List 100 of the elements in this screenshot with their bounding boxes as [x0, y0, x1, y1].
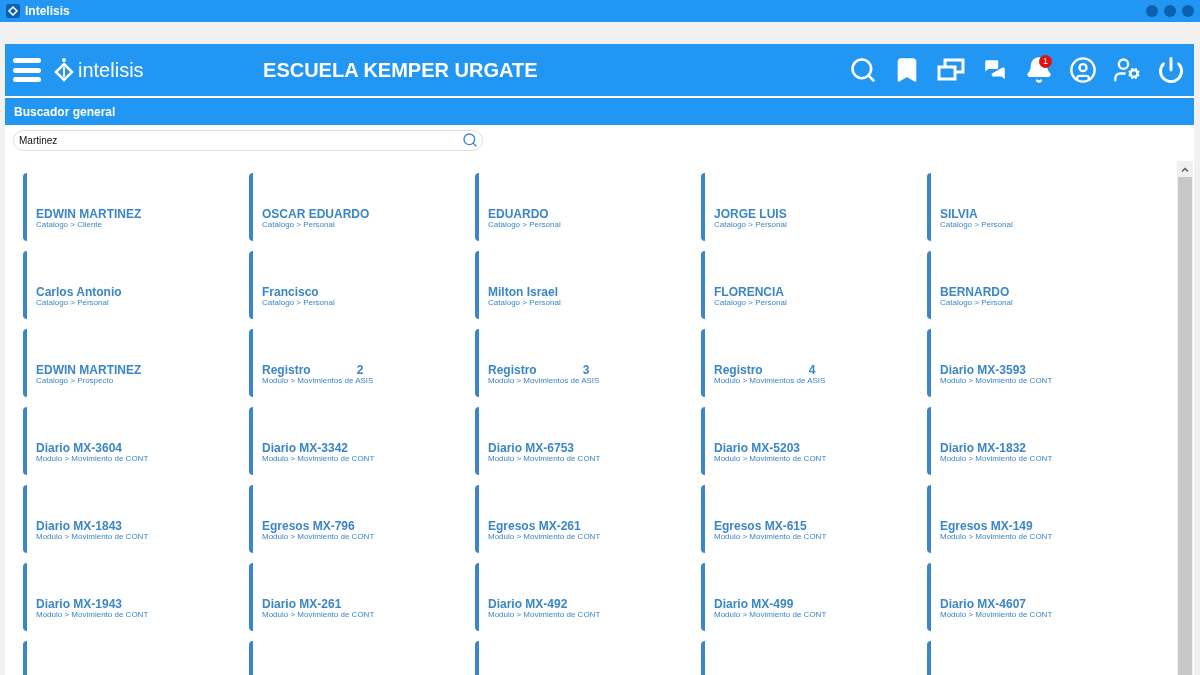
result-card[interactable]: Diario MX-5203 Modulo > Movimiento de CONT [701, 407, 911, 475]
result-path: Catalogo > Personal [488, 220, 562, 229]
result-title: FLORENCIA [714, 286, 784, 298]
result-title: Egresos MX-149 [940, 520, 1033, 532]
result-card[interactable]: Diario MX-261 Modulo > Movimiento de CONT [249, 563, 459, 631]
result-title: Egresos MX-796 [262, 520, 355, 532]
result-card[interactable]: Diario MX-492 Modulo > Movimiento de CONT [475, 563, 685, 631]
result-card[interactable]: Diario MX-1943 Modulo > Movimiento de CONT [23, 563, 233, 631]
logo-icon [53, 57, 75, 83]
result-path: Modulo > Movimiento de CONT [488, 610, 602, 619]
result-title: EDWIN MARTINEZ [36, 208, 142, 220]
result-path: Modulo > Movimiento de CONT [262, 610, 376, 619]
result-path: Modulo > Movimiento de CONT [940, 532, 1054, 541]
search-icon [462, 132, 478, 148]
result-title: Registro [488, 364, 537, 376]
app-icon [6, 4, 20, 18]
result-path: Catalogo > Personal [262, 220, 336, 229]
result-path: Modulo > Movimiento de CONT [488, 454, 602, 463]
result-card[interactable]: Diario MX-6753 Modulo > Movimiento de CONT [475, 407, 685, 475]
result-path: Modulo > Movimiento de CONT [488, 532, 602, 541]
result-title: Diario MX-261 [262, 598, 342, 610]
result-card[interactable]: Diario MX-3604 Modulo > Movimiento de CONT [23, 407, 233, 475]
result-card[interactable]: Diario MX-1832 Modulo > Movimiento de CONT [927, 407, 1137, 475]
result-path: Catalogo > Personal [714, 298, 788, 307]
result-path: Modulo > Movimiento de CONT [714, 610, 828, 619]
result-path: Modulo > Movimiento de CONT [36, 610, 150, 619]
window-control[interactable] [1146, 5, 1158, 17]
result-number: 2 [356, 364, 364, 376]
result-title: Francisco [262, 286, 319, 298]
result-path: Catalogo > Cliente [36, 220, 104, 229]
result-title: Diario MX-3593 [940, 364, 1027, 376]
result-title: Diario MX-1832 [940, 442, 1027, 454]
result-card[interactable]: OSCAR EDUARDO Catalogo > Personal [249, 173, 459, 241]
scrollbar[interactable] [1177, 161, 1193, 675]
result-title: Diario MX-499 [714, 598, 794, 610]
result-card[interactable]: Diario MX-1843 Modulo > Movimiento de CONT [23, 485, 233, 553]
result-card[interactable]: Diario MX-499 Modulo > Movimiento de CONT [701, 563, 911, 631]
result-card[interactable]: Registro 4 Modulo > Movimientos de ASIS [701, 329, 911, 397]
result-card[interactable]: Registro 3 Modulo > Movimientos de ASIS [475, 329, 685, 397]
result-card[interactable]: Diario MX-3342 Modulo > Movimiento de CONT [249, 407, 459, 475]
result-card[interactable]: Egresos MX-149 Modulo > Movimiento de CONT [927, 485, 1137, 553]
result-card[interactable]: EDWIN MARTINEZ Catalogo > Prospecto [23, 329, 233, 397]
result-title: Registro [714, 364, 763, 376]
result-path: Modulo > Movimiento de CONT [262, 532, 376, 541]
window-control[interactable] [1182, 5, 1194, 17]
result-title: Carlos Antonio [36, 286, 122, 298]
result-card[interactable]: Egresos MX-615 Modulo > Movimiento de CONT [701, 485, 911, 553]
logo-text: intelisis [78, 58, 144, 82]
result-title: Diario MX-1843 [36, 520, 123, 532]
result-title: JORGE LUIS [714, 208, 787, 220]
result-card[interactable]: Egresos MX-261 Modulo > Movimiento de CONT [475, 485, 685, 553]
notification-badge: 1 [1039, 54, 1052, 68]
result-path: Modulo > Movimiento de CONT [714, 532, 828, 541]
result-path: Catalogo > Personal [262, 298, 336, 307]
result-path: Modulo > Movimiento de CONT [36, 454, 150, 463]
result-card[interactable]: Egresos MX-796 Modulo > Movimiento de CONT [249, 485, 459, 553]
result-card[interactable]: Registro 2 Modulo > Movimientos de ASIS [249, 329, 459, 397]
panel-title: Buscador general [14, 104, 116, 119]
result-title: Diario MX-4607 [940, 598, 1027, 610]
result-card[interactable]: Carlos Antonio Catalogo > Personal [23, 251, 233, 319]
result-title: OSCAR EDUARDO [262, 208, 370, 220]
result-card[interactable]: BERNARDO Catalogo > Personal [927, 251, 1137, 319]
result-card[interactable]: Francisco Catalogo > Personal [249, 251, 459, 319]
result-title: Diario MX-3604 [36, 442, 123, 454]
result-card[interactable]: Milton Israel Catalogo > Personal [475, 251, 685, 319]
result-path: Modulo > Movimientos de ASIS [262, 376, 375, 385]
result-card[interactable]: Diario MX-4607 Modulo > Movimiento de CONT [927, 563, 1137, 631]
result-card[interactable]: FLORENCIA Catalogo > Personal [701, 251, 911, 319]
result-title: SILVIA [940, 208, 978, 220]
result-title: Diario MX-1943 [36, 598, 123, 610]
chevron-up-icon[interactable] [1181, 166, 1189, 172]
menu-button[interactable] [13, 58, 41, 82]
page-title: ESCUELA KEMPER URGATE [263, 58, 538, 81]
result-path: Modulo > Movimiento de CONT [36, 532, 150, 541]
result-path: Modulo > Movimientos de ASIS [488, 376, 601, 385]
result-card[interactable]: JORGE LUIS Catalogo > Personal [701, 173, 911, 241]
result-title: Registro [262, 364, 311, 376]
result-path: Catalogo > Personal [36, 298, 110, 307]
window-control[interactable] [1164, 5, 1176, 17]
result-path: Modulo > Movimiento de CONT [940, 454, 1054, 463]
result-title: Diario MX-5203 [714, 442, 801, 454]
result-card[interactable]: Diario MX-3593 Modulo > Movimiento de CONT [927, 329, 1137, 397]
result-title: Diario MX-6753 [488, 442, 575, 454]
result-card[interactable]: EDUARDO Catalogo > Personal [475, 173, 685, 241]
result-path: Modulo > Movimiento de CONT [940, 376, 1054, 385]
search-field[interactable]: Martinez [13, 130, 483, 151]
result-title: Diario MX-3342 [262, 442, 349, 454]
result-path: Modulo > Movimiento de CONT [262, 454, 376, 463]
result-card[interactable]: EDWIN MARTINEZ Catalogo > Cliente [23, 173, 233, 241]
result-path: Catalogo > Personal [940, 298, 1014, 307]
user-button[interactable] [1067, 54, 1098, 86]
result-title: Diario MX-492 [488, 598, 568, 610]
result-path: Modulo > Movimiento de CONT [714, 454, 828, 463]
result-title: EDWIN MARTINEZ [36, 364, 142, 376]
result-title: EDUARDO [488, 208, 549, 220]
result-path: Modulo > Movimientos de ASIS [714, 376, 827, 385]
result-path: Modulo > Movimiento de CONT [940, 610, 1054, 619]
result-card[interactable]: SILVIA Catalogo > Personal [927, 173, 1137, 241]
result-title: Egresos MX-615 [714, 520, 807, 532]
result-title: Egresos MX-261 [488, 520, 581, 532]
